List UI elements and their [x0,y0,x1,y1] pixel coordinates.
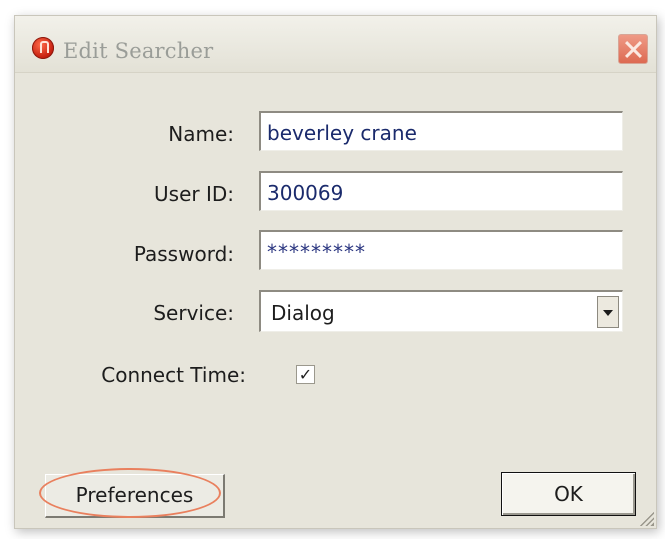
chevron-down-icon[interactable] [597,296,619,328]
ok-button[interactable]: OK [501,472,636,516]
connect-time-label: Connect Time: [101,363,246,387]
edit-searcher-dialog: Edit Searcher Name: beverley crane User … [14,15,657,529]
connect-time-checkbox[interactable]: ✓ [296,365,315,384]
userid-label: User ID: [154,182,234,206]
name-label: Name: [168,122,234,146]
userid-field[interactable]: 300069 [259,171,623,211]
name-field[interactable]: beverley crane [259,111,623,151]
resize-grip-icon[interactable] [638,510,654,526]
password-field[interactable]: ********* [259,230,623,270]
preferences-button[interactable]: Preferences [45,474,225,518]
password-label: Password: [133,242,234,266]
title-bar[interactable]: Edit Searcher [15,16,656,73]
window-title: Edit Searcher [63,39,214,63]
service-select[interactable]: Dialog [259,290,623,332]
close-icon[interactable] [618,34,648,64]
app-logo-icon [32,37,54,59]
service-label: Service: [153,301,234,325]
service-selected-value: Dialog [271,301,335,325]
